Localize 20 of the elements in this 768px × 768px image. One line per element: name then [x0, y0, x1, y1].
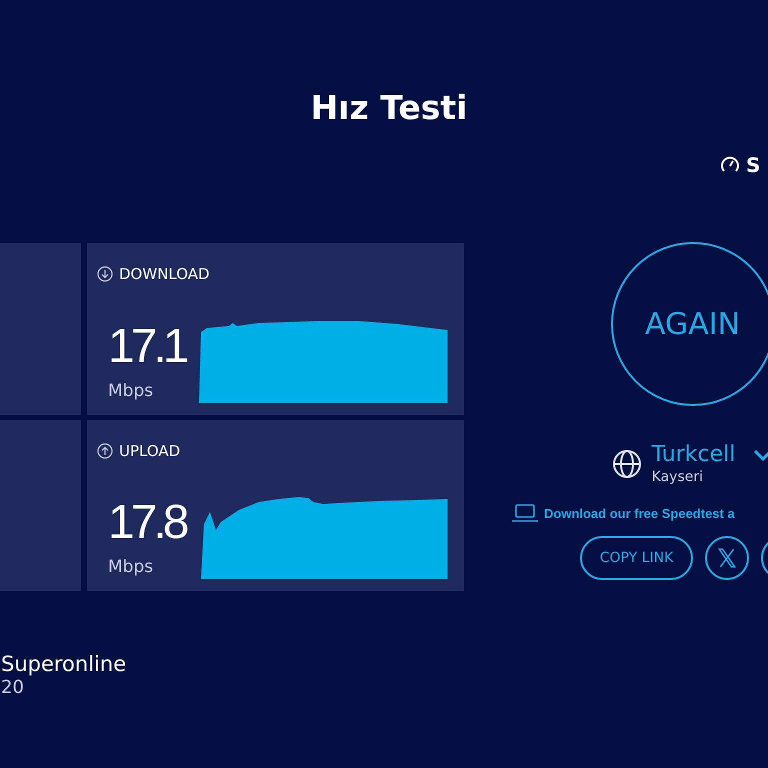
globe-icon[interactable] — [612, 449, 642, 479]
brand-name: S — [746, 154, 760, 176]
speed-unit: Mbps — [108, 381, 154, 401]
chevron-icon[interactable] — [753, 449, 768, 461]
result-label: UPLOAD — [119, 442, 180, 460]
x-share-button[interactable] — [705, 536, 750, 580]
x-logo-icon — [716, 547, 738, 569]
speed-value: 17.1 — [108, 319, 187, 375]
isp-detail: 20 — [1, 677, 25, 699]
laptop-icon — [512, 504, 538, 522]
server-provider[interactable]: Turkcell — [652, 442, 736, 468]
page-title: Hız Testi — [310, 87, 468, 128]
again-button[interactable]: AGAIN — [610, 242, 768, 406]
result-label: DOWNLOAD — [119, 265, 210, 283]
speed-unit: Mbps — [108, 557, 154, 577]
copy-link-button[interactable]: COPY LINK — [580, 536, 694, 580]
server-location: Kayseri — [652, 468, 704, 486]
app-download-link[interactable]: Download our free Speedtest a — [544, 506, 735, 520]
isp-name: Superonline — [1, 651, 128, 677]
speed-value: 17.8 — [108, 495, 187, 551]
